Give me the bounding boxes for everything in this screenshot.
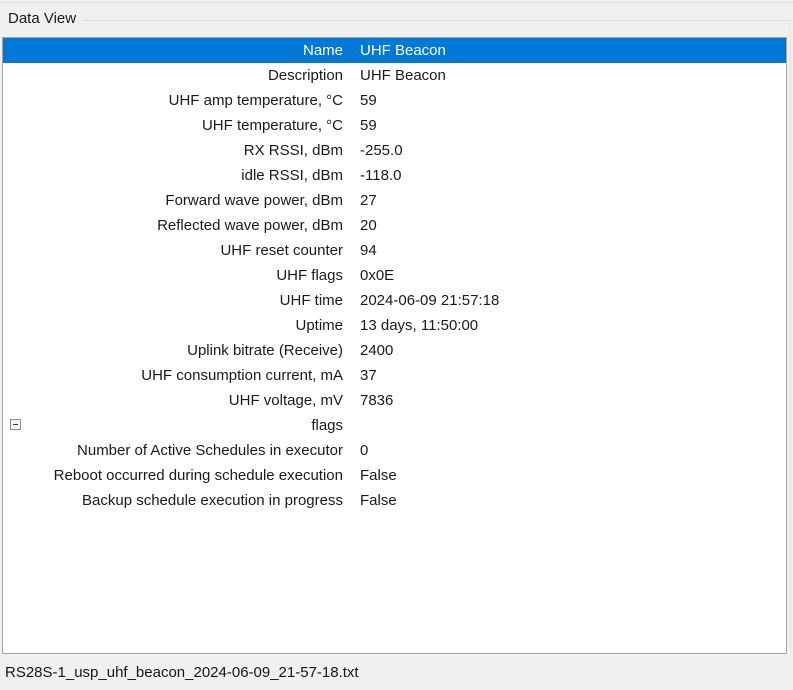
row-label: flags [3,417,352,434]
row-value: 37 [352,367,377,384]
table-row[interactable]: Backup schedule execution in progress Fa… [3,488,786,513]
table-row[interactable]: Description UHF Beacon [3,63,786,88]
row-value: UHF Beacon [352,42,446,59]
table-row[interactable]: UHF flags 0x0E [3,263,786,288]
row-value: UHF Beacon [352,67,446,84]
row-value: -255.0 [352,142,403,159]
row-label: Description [3,67,352,84]
row-label: UHF consumption current, mA [3,367,352,384]
row-value: 59 [352,92,377,109]
table-row[interactable]: Reflected wave power, dBm 20 [3,213,786,238]
table-row[interactable]: Reboot occurred during schedule executio… [3,463,786,488]
row-value: 27 [352,192,377,209]
table-row[interactable]: Name UHF Beacon [3,38,786,63]
groupbox-header: Data View [0,10,791,28]
table-row[interactable]: UHF reset counter 94 [3,238,786,263]
table-row[interactable]: flags [3,413,786,438]
collapse-minus-icon[interactable] [10,419,21,430]
table-row[interactable]: UHF amp temperature, °C 59 [3,88,786,113]
row-label: Backup schedule execution in progress [3,492,352,509]
table-row[interactable]: idle RSSI, dBm -118.0 [3,163,786,188]
row-label: idle RSSI, dBm [3,167,352,184]
window-top-divider [0,2,793,3]
row-value: 7836 [352,392,393,409]
row-value: 13 days, 11:50:00 [352,317,478,334]
filename-label: RS28S-1_usp_uhf_beacon_2024-06-09_21-57-… [5,664,359,681]
row-value: False [352,492,397,509]
row-value: 2400 [352,342,393,359]
row-value: 20 [352,217,377,234]
row-label: Uptime [3,317,352,334]
status-bar: RS28S-1_usp_uhf_beacon_2024-06-09_21-57-… [0,655,793,690]
row-label: UHF time [3,292,352,309]
groupbox-right-border [790,20,791,688]
row-value: 59 [352,117,377,134]
minus-glyph [13,424,18,425]
row-label: Uplink bitrate (Receive) [3,342,352,359]
row-value: 2024-06-09 21:57:18 [352,292,499,309]
table-row[interactable]: RX RSSI, dBm -255.0 [3,138,786,163]
table-row[interactable]: Uptime 13 days, 11:50:00 [3,313,786,338]
row-value: 0x0E [352,267,394,284]
table-row[interactable]: Number of Active Schedules in executor 0 [3,438,786,463]
table-row[interactable]: UHF time 2024-06-09 21:57:18 [3,288,786,313]
panel-title: Data View [8,10,76,28]
row-label: UHF temperature, °C [3,117,352,134]
table-row[interactable]: UHF voltage, mV 7836 [3,388,786,413]
row-label: Name [3,42,352,59]
row-value: -118.0 [352,167,401,184]
row-label: Number of Active Schedules in executor [3,442,352,459]
row-label: UHF voltage, mV [3,392,352,409]
row-label: UHF amp temperature, °C [3,92,352,109]
row-label: UHF flags [3,267,352,284]
row-label: Forward wave power, dBm [3,192,352,209]
property-grid: Name UHF Beacon Description UHF Beacon U… [2,37,787,654]
row-label: RX RSSI, dBm [3,142,352,159]
table-row[interactable]: UHF temperature, °C 59 [3,113,786,138]
groupbox-border-line [82,20,791,21]
row-label: Reboot occurred during schedule executio… [3,467,352,484]
row-label: UHF reset counter [3,242,352,259]
table-row[interactable]: UHF consumption current, mA 37 [3,363,786,388]
table-row[interactable]: Forward wave power, dBm 27 [3,188,786,213]
row-value: False [352,467,397,484]
row-label: Reflected wave power, dBm [3,217,352,234]
row-value: 94 [352,242,377,259]
table-row[interactable]: Uplink bitrate (Receive) 2400 [3,338,786,363]
row-value: 0 [352,442,368,459]
